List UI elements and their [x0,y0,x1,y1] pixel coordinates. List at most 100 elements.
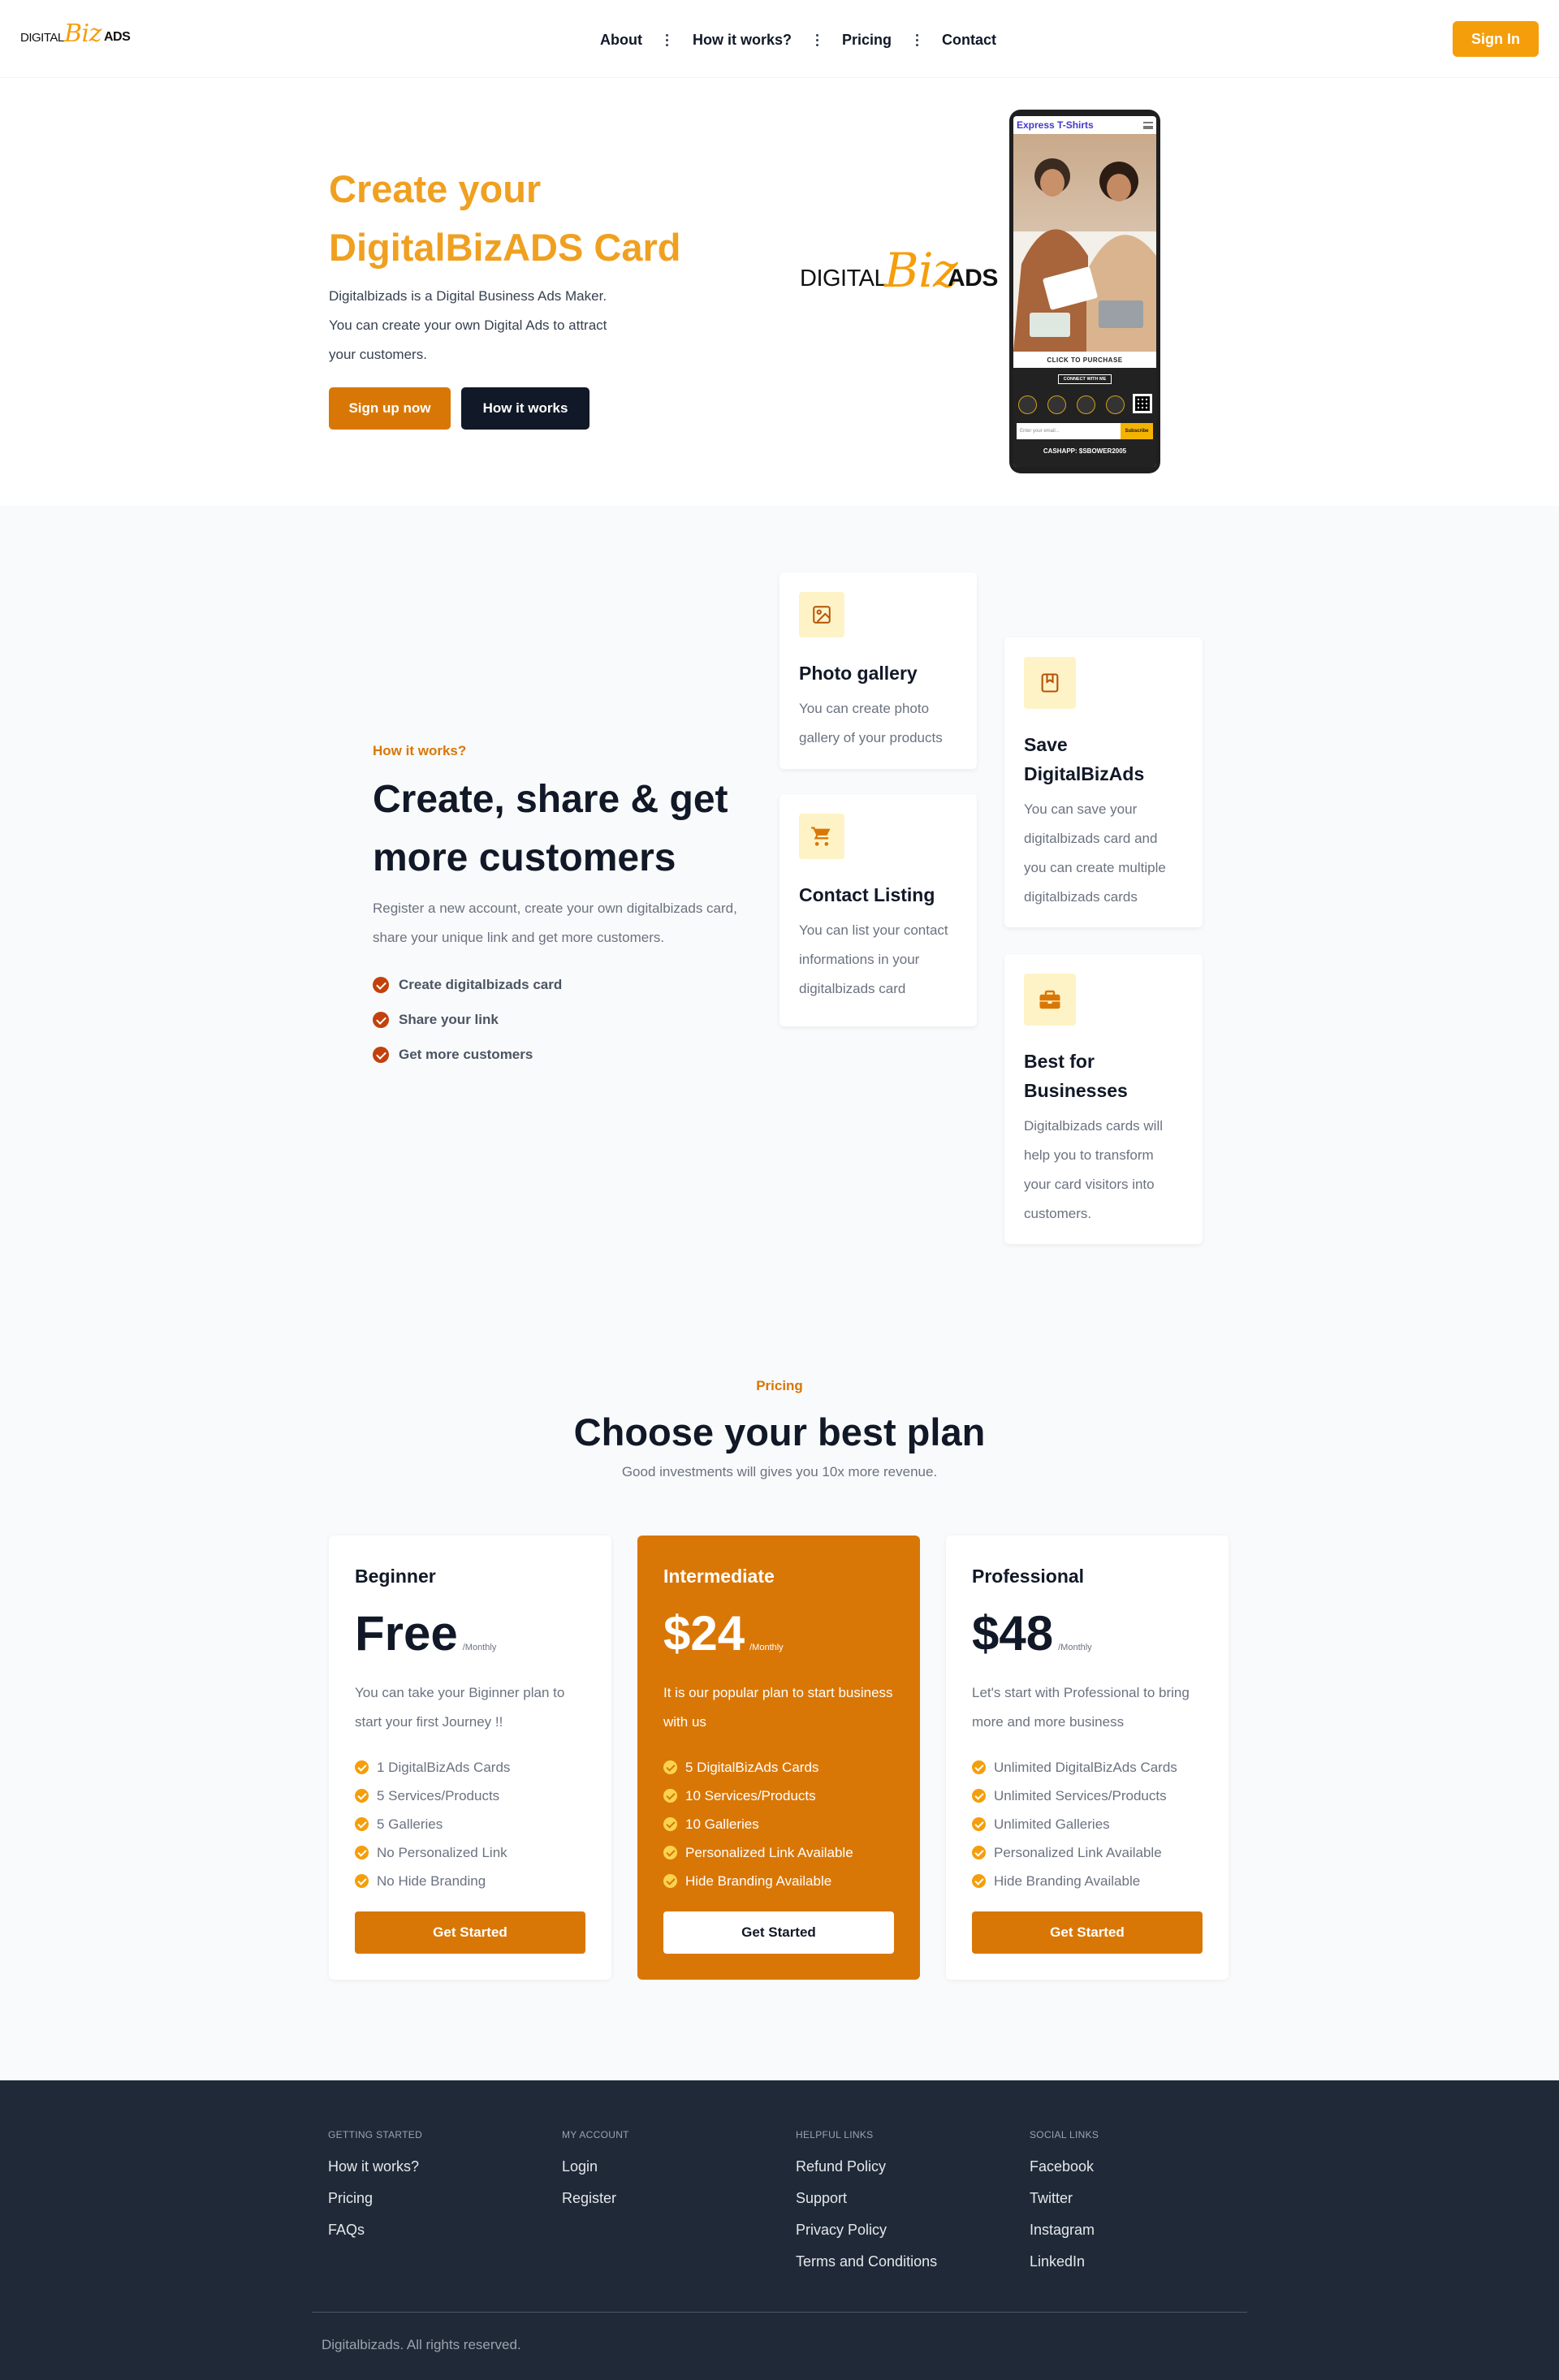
product-photo [1013,134,1156,352]
sign-up-button[interactable]: Sign up now [329,387,451,430]
subscribe-button[interactable]: Subscribe [1121,423,1153,439]
hero-description: Digitalbizads is a Digital Business Ads … [329,288,607,362]
brand-logo[interactable]: DIGITAL Biz ADS [20,19,142,60]
footer-col-social-links: SOCIAL LINKS Facebook Twitter Instagram … [1030,2129,1233,2285]
feature-card-save: Save DigitalBizAds You can save your dig… [1004,637,1203,927]
check-circle-icon [972,1789,986,1803]
plan-price: $24/Monthly [663,1606,784,1661]
site-header: DIGITAL Biz ADS About How it works? Pric… [0,0,1559,78]
check-circle-icon [972,1760,986,1774]
footer-link[interactable]: LinkedIn [1030,2253,1233,2285]
check-circle-icon [355,1846,369,1860]
plan-features: 1 DigitalBizAds Cards 5 Services/Product… [355,1753,585,1895]
list-item: 5 DigitalBizAds Cards [663,1753,894,1782]
list-item: No Personalized Link [355,1838,585,1867]
footer-link[interactable]: Register [562,2190,765,2222]
check-circle-icon [355,1874,369,1888]
section-eyebrow: How it works? [373,743,467,758]
click-to-purchase-button[interactable]: CLICK TO PURCHASE [1013,352,1156,368]
site-footer: GETTING STARTED How it works? Pricing FA… [0,2080,1559,2380]
subscribe-form: Enter your email... Subscribe [1017,423,1153,439]
section-description: Register a new account, create your own … [373,901,737,945]
phone-icon[interactable] [1018,395,1037,414]
footer-col-helpful-links: HELPFUL LINKS Refund Policy Support Priv… [796,2129,999,2285]
message-icon[interactable] [1047,395,1066,414]
nav-how-it-works[interactable]: How it works? [693,32,792,49]
footer-link[interactable]: How it works? [328,2158,531,2190]
footer-link[interactable]: Terms and Conditions [796,2253,999,2285]
email-input[interactable]: Enter your email... [1017,423,1121,439]
footer-link[interactable]: FAQs [328,2222,531,2253]
phone-mockup: Express T-Shirts CLICK TO PURCHASE CONNE… [1009,110,1160,473]
chat-icon[interactable] [1077,395,1095,414]
hero-brand-logo: DIGITAL Biz ADS [800,243,998,298]
section-title: Choose your best plan [573,1410,986,1453]
footer-divider [312,2312,1247,2313]
pricing-section: Pricing Choose your best plan Good inves… [0,1318,1559,2080]
list-item: Hide Branding Available [663,1867,894,1895]
footer-link[interactable]: Support [796,2190,999,2222]
check-circle-icon [355,1817,369,1831]
qr-code-icon[interactable] [1133,394,1152,413]
phone-screen: Express T-Shirts CLICK TO PURCHASE CONNE… [1013,116,1156,467]
check-circle-icon [373,1011,389,1028]
plan-description: You can take your Biginner plan to start… [355,1685,565,1730]
section-eyebrow: Pricing [756,1378,803,1393]
check-circle-icon [663,1874,677,1888]
sign-in-button[interactable]: Sign In [1453,21,1539,57]
nav-about[interactable]: About [600,32,642,49]
check-circle-icon [663,1817,677,1831]
main-nav: About How it works? Pricing Contact [600,30,996,50]
footer-link[interactable]: Privacy Policy [796,2222,999,2253]
list-item: Unlimited Galleries [972,1810,1203,1838]
plan-name: Beginner [355,1566,436,1587]
section-subtitle: Good investments will gives you 10x more… [621,1464,938,1479]
plan-name: Professional [972,1566,1085,1587]
plan-name: Intermediate [663,1566,775,1587]
list-item: No Hide Branding [355,1867,585,1895]
plan-description: Let's start with Professional to bring m… [972,1685,1190,1730]
list-item: Personalized Link Available [663,1838,894,1867]
footer-link[interactable]: Twitter [1030,2190,1233,2222]
check-circle-icon [373,1046,389,1063]
footer-col-getting-started: GETTING STARTED How it works? Pricing FA… [328,2129,531,2253]
list-item: Unlimited DigitalBizAds Cards [972,1753,1203,1782]
section-title: Create, share & get more customers [373,778,728,879]
feature-card-photo-gallery: Photo gallery You can create photo galle… [780,572,977,769]
plan-card-beginner: Beginner Free/Monthly You can take your … [329,1536,611,1980]
list-item: Get more customers [373,1037,562,1072]
globe-icon[interactable] [1106,395,1125,414]
footer-link[interactable]: Login [562,2158,765,2190]
steps-list: Create digitalbizads card Share your lin… [373,967,562,1072]
plan-card-professional: Professional $48/Monthly Let's start wit… [946,1536,1229,1980]
nav-separator [659,33,676,46]
how-it-works-button[interactable]: How it works [461,387,589,430]
check-circle-icon [355,1760,369,1774]
cashapp-text: CASHAPP: $SBOWER2005 [1043,447,1127,455]
footer-link[interactable]: Facebook [1030,2158,1233,2190]
nav-pricing[interactable]: Pricing [842,32,892,49]
get-started-button[interactable]: Get Started [663,1911,894,1954]
check-circle-icon [972,1817,986,1831]
footer-link[interactable]: Refund Policy [796,2158,999,2190]
image-icon [799,592,844,637]
check-circle-icon [663,1760,677,1774]
get-started-button[interactable]: Get Started [972,1911,1203,1954]
menu-icon [1143,122,1153,129]
footer-link[interactable]: Instagram [1030,2222,1233,2253]
contact-icons [1018,395,1125,414]
connect-button[interactable]: CONNECT WITH ME [1058,374,1112,384]
check-circle-icon [355,1789,369,1803]
plan-price: Free/Monthly [355,1606,497,1661]
plan-price: $48/Monthly [972,1606,1092,1661]
plan-features: Unlimited DigitalBizAds Cards Unlimited … [972,1753,1203,1895]
list-item: 5 Services/Products [355,1782,585,1810]
bookmark-icon [1024,657,1076,709]
list-item: Hide Branding Available [972,1867,1203,1895]
nav-contact[interactable]: Contact [942,32,996,49]
check-circle-icon [972,1846,986,1860]
footer-link[interactable]: Pricing [328,2190,531,2222]
hero-title: Create your DigitalBizADS Card [329,167,681,269]
list-item: Share your link [373,1002,562,1037]
get-started-button[interactable]: Get Started [355,1911,585,1954]
